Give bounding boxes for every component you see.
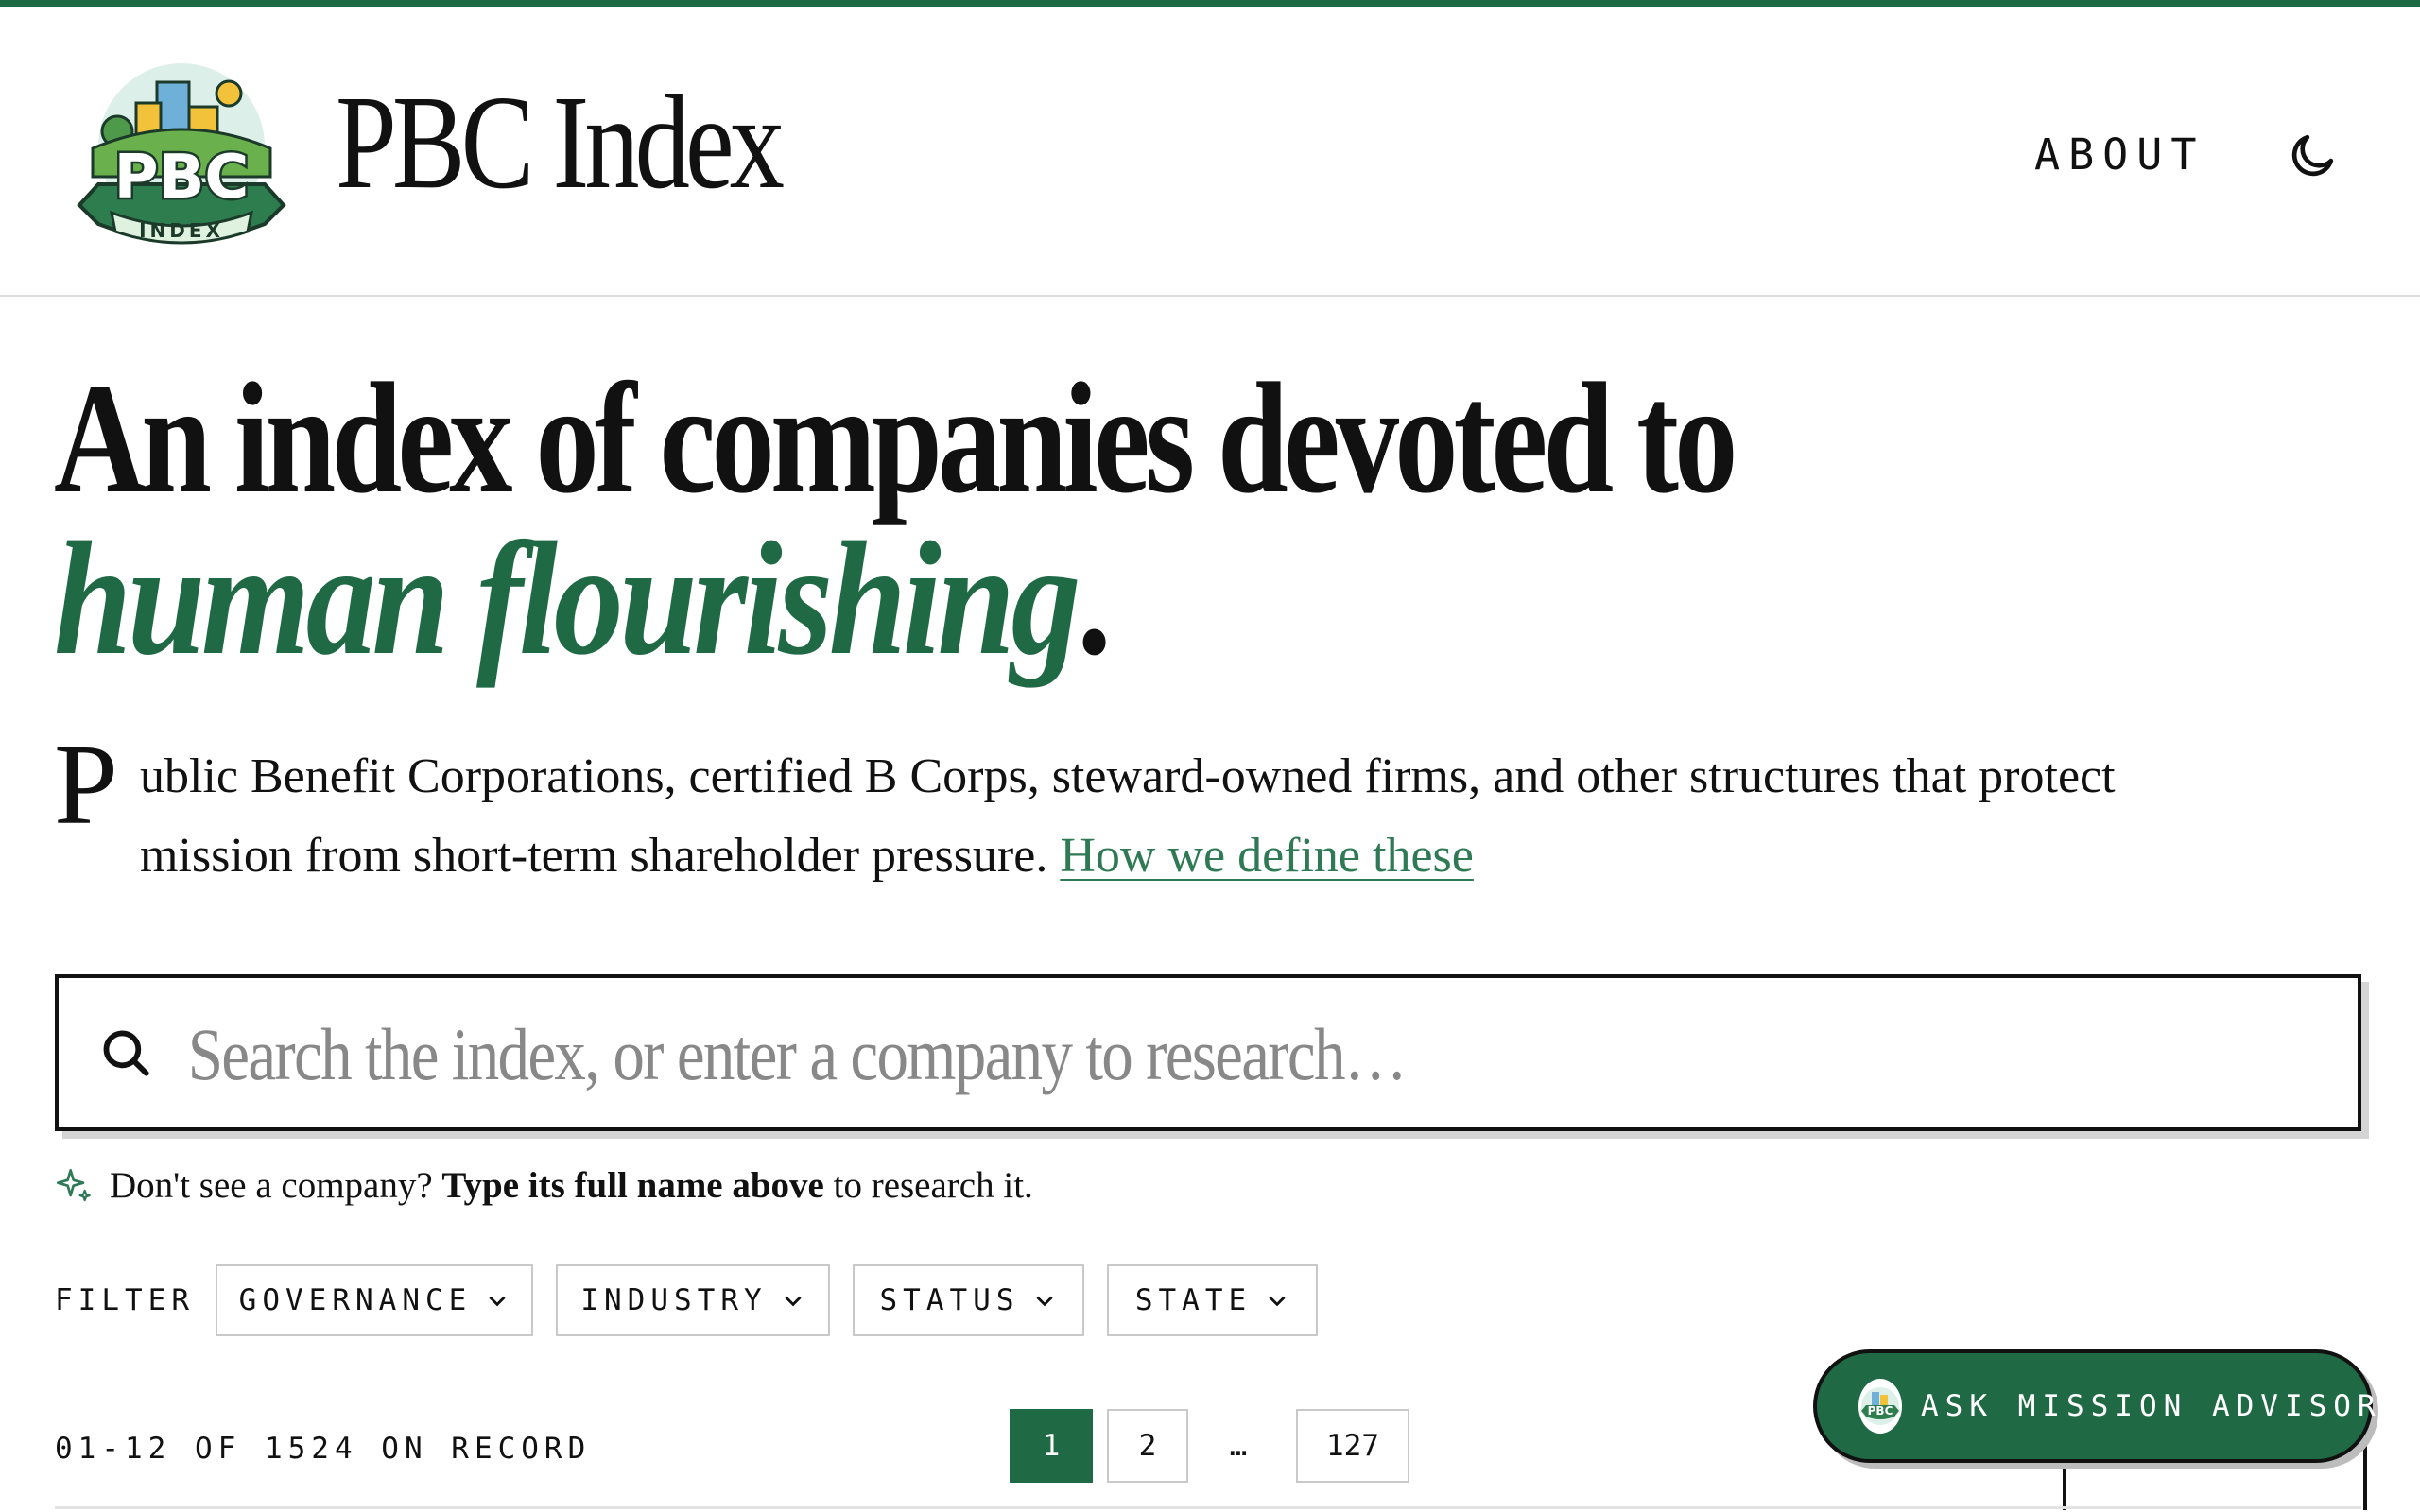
chevron-down-icon: [1269, 1296, 1286, 1307]
ask-mission-advisor-button[interactable]: PBC ASK MISSION ADVISOR: [1813, 1349, 2376, 1463]
filter-status-button[interactable]: STATUS: [853, 1264, 1084, 1336]
page-ellipsis: …: [1229, 1429, 1248, 1463]
results-count: 01-12 OF 1524 ON RECORD: [55, 1432, 592, 1466]
research-hint: Don't see a company? Type its full name …: [55, 1164, 1033, 1207]
hint-prefix: Don't see a company?: [110, 1165, 433, 1206]
chevron-down-icon: [785, 1296, 802, 1307]
pbc-index-logo[interactable]: PBC INDEX: [74, 54, 289, 249]
page-1-button[interactable]: 1: [1010, 1409, 1093, 1483]
filter-industry-label: INDUSTRY: [580, 1283, 768, 1317]
define-link[interactable]: How we define these: [1060, 829, 1474, 883]
page-2-button[interactable]: 2: [1107, 1409, 1188, 1483]
filter-state-button[interactable]: STATE: [1107, 1264, 1318, 1336]
advisor-label: ASK MISSION ADVISOR: [1921, 1389, 2382, 1423]
hero-headline-line2: human flourishing.: [54, 518, 1112, 680]
chevron-down-icon: [489, 1296, 506, 1307]
advisor-logo-icon: PBC: [1858, 1379, 1902, 1434]
filter-status-label: STATUS: [879, 1283, 1020, 1317]
hero-description: ublic Benefit Corporations, certified B …: [140, 737, 2153, 896]
filter-industry-button[interactable]: INDUSTRY: [556, 1264, 830, 1336]
hint-bold: Type its full name above: [441, 1165, 824, 1206]
hero-emphasis: human flourishing: [54, 509, 1080, 689]
pbc-badge-icon: PBC: [1861, 1387, 1899, 1425]
site-header: PBC INDEX PBC Index ABOUT: [0, 7, 2420, 297]
hero-headline-line1: An index of companies devoted to: [54, 351, 1737, 526]
brand-name[interactable]: PBC Index: [336, 75, 785, 209]
search-box: [55, 974, 2361, 1131]
nav-about-link[interactable]: ABOUT: [2034, 129, 2204, 180]
drop-cap: P: [54, 721, 118, 849]
moon-icon[interactable]: [2286, 129, 2339, 182]
hero-period: .: [1077, 509, 1112, 689]
filter-governance-button[interactable]: GOVERNANCE: [216, 1264, 533, 1336]
list-divider: [55, 1506, 2361, 1509]
search-icon: [103, 1030, 149, 1076]
logo-text: PBC: [114, 143, 250, 213]
page-127-button[interactable]: 127: [1296, 1409, 1409, 1483]
logo-ribbon-text: INDEX: [139, 219, 224, 242]
badge-text: PBC: [1868, 1404, 1893, 1418]
filter-state-label: STATE: [1134, 1283, 1253, 1317]
top-accent-bar: [0, 0, 2420, 7]
chevron-down-icon: [1036, 1296, 1054, 1307]
search-input[interactable]: [186, 997, 2028, 1112]
hint-suffix: to research it.: [833, 1165, 1033, 1206]
sparkle-icon: [57, 1169, 91, 1202]
filter-governance-label: GOVERNANCE: [238, 1283, 473, 1317]
filter-label: FILTER: [55, 1283, 195, 1317]
